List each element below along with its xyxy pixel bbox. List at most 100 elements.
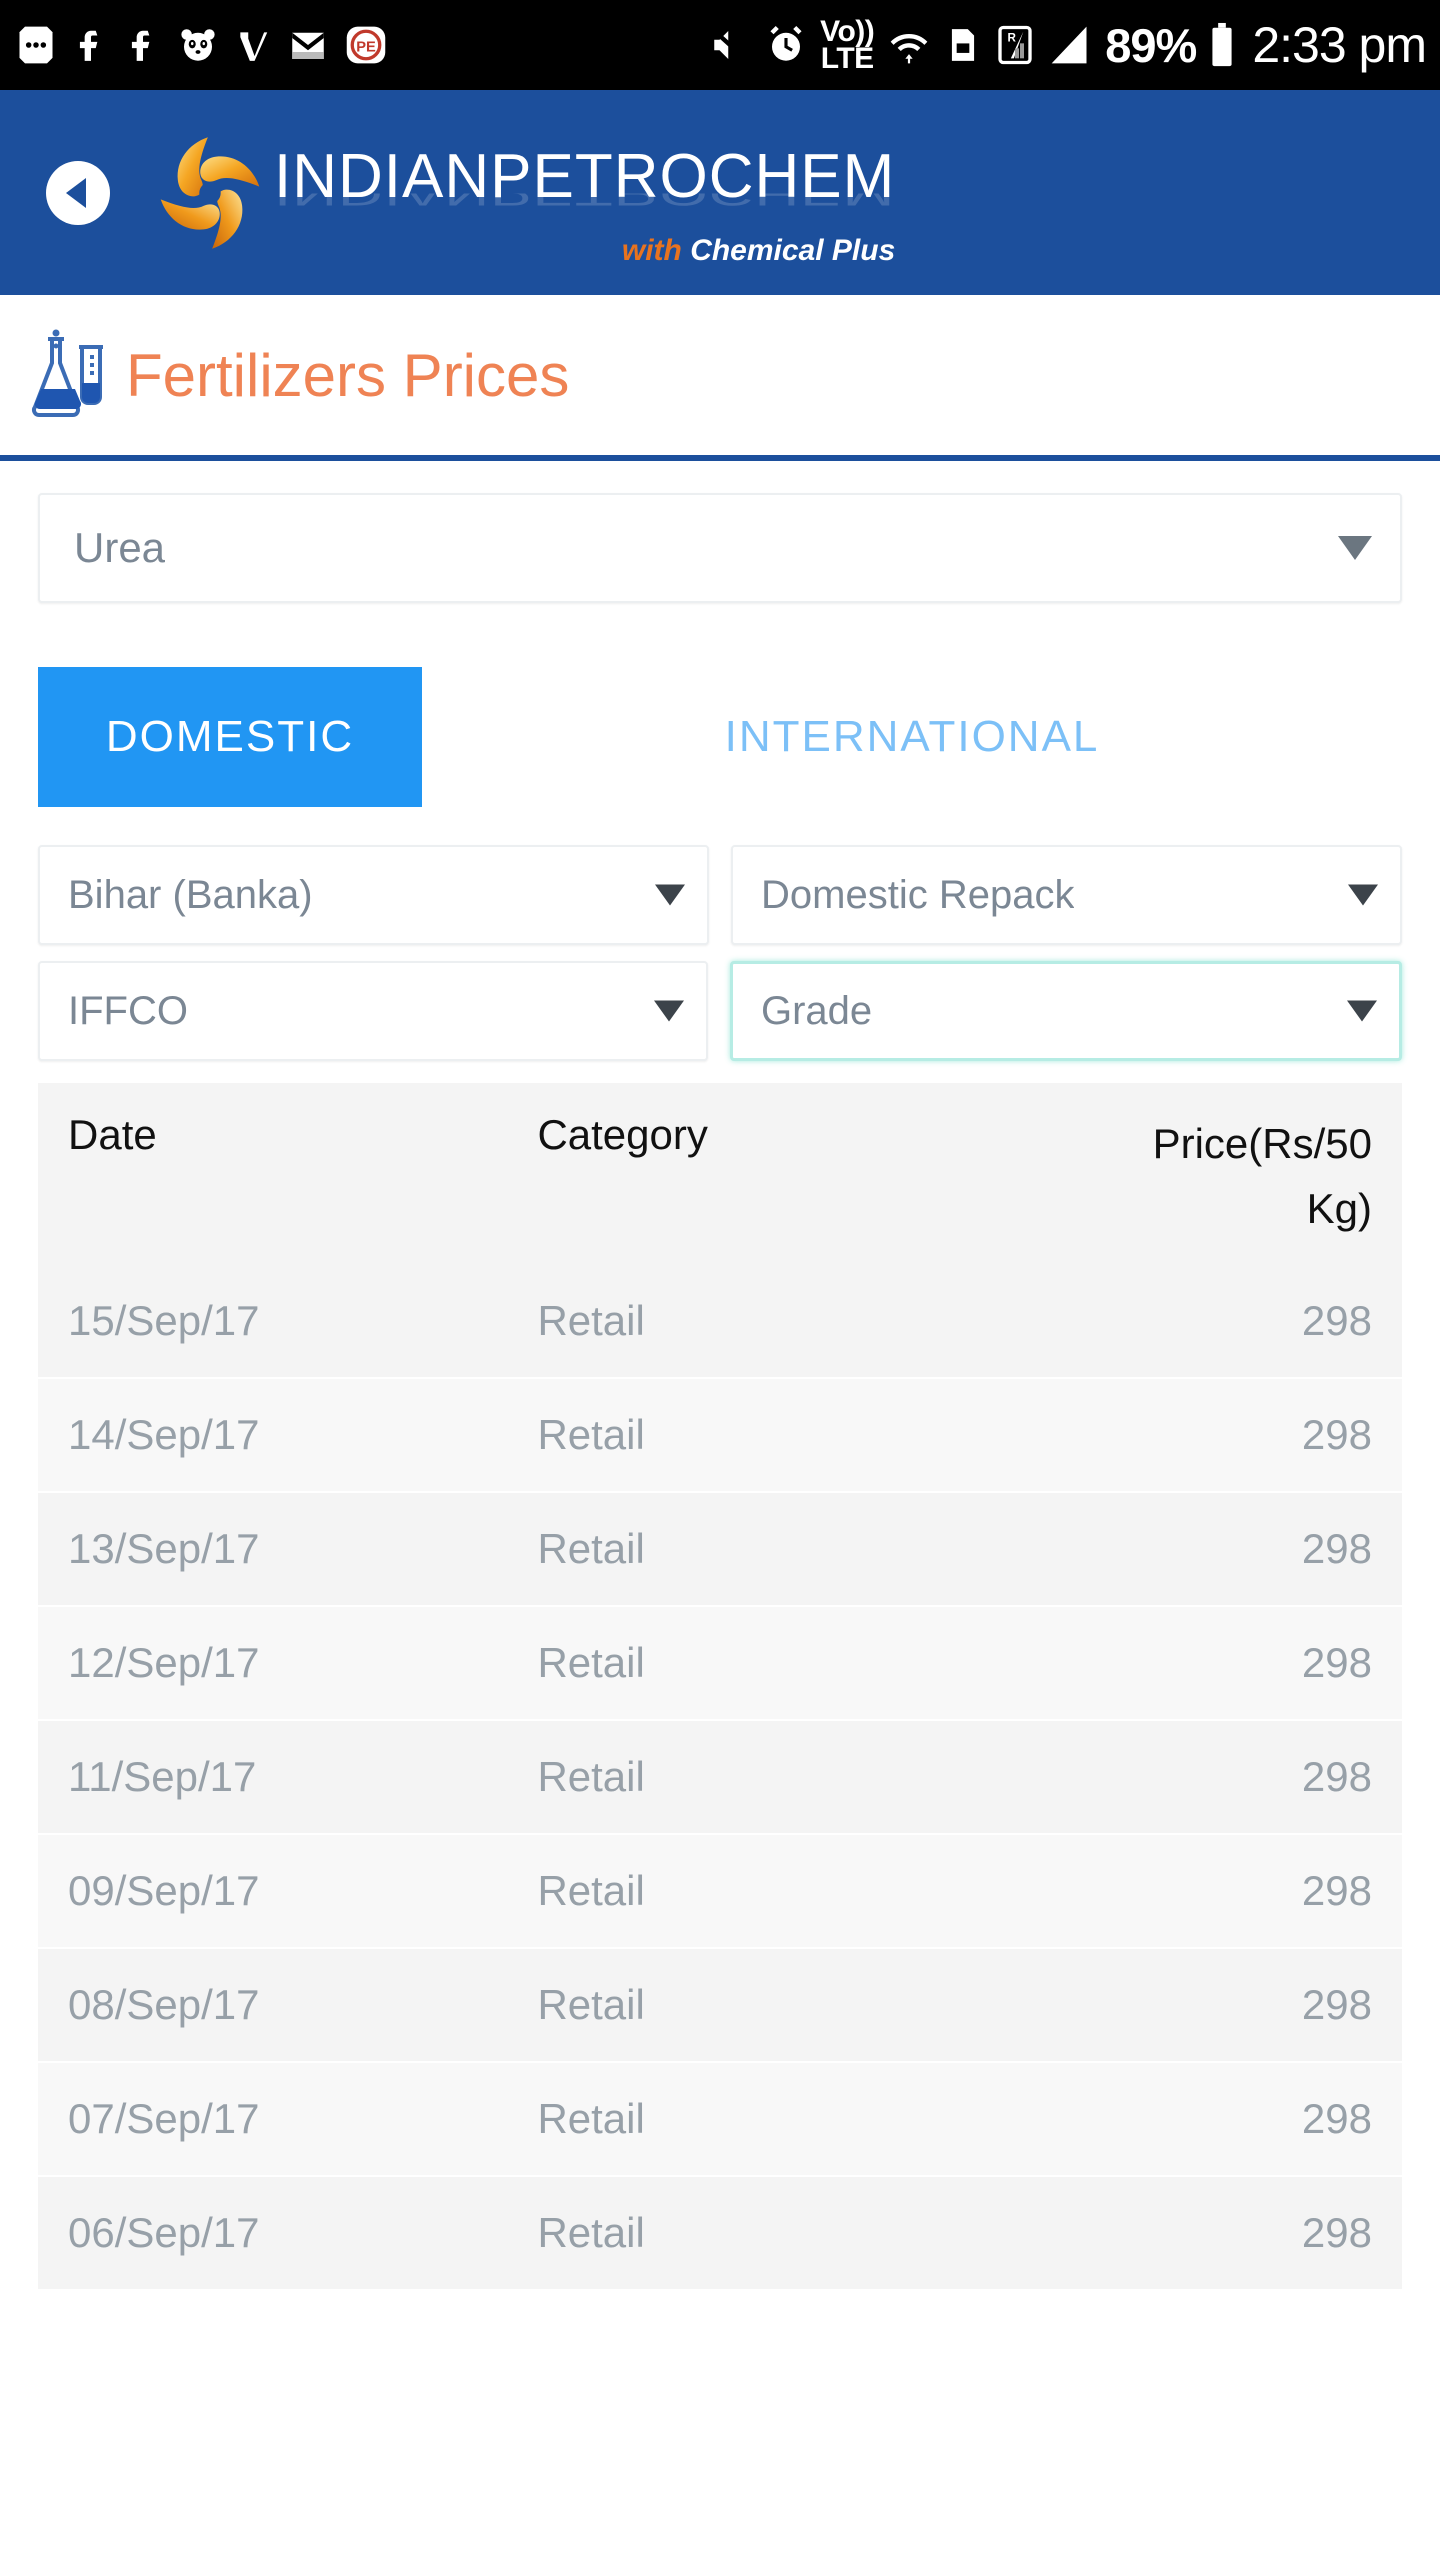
sd-card-icon xyxy=(944,23,982,67)
cell-category: Retail xyxy=(537,1411,645,1459)
volte-sub-label: LTE xyxy=(820,42,874,75)
table-row[interactable]: 12/Sep/17 Retail 298 xyxy=(38,1607,1402,1722)
cell-date: 11/Sep/17 xyxy=(68,1753,257,1801)
brand-name-reflection: INDIANPETROCHEM xyxy=(274,193,895,210)
clock-label: 2:33 pm xyxy=(1252,17,1427,73)
table-row[interactable]: 08/Sep/17 Retail 298 xyxy=(38,1949,1402,2064)
chevron-down-icon xyxy=(1347,1000,1377,1022)
column-header-price-line2: Kg) xyxy=(1306,1185,1372,1233)
cell-category: Retail xyxy=(537,1753,645,1801)
indianpetrochem-swirl-icon xyxy=(156,133,264,253)
chevron-down-icon xyxy=(1348,884,1378,906)
cell-price: 298 xyxy=(1301,1411,1372,1459)
cell-date: 12/Sep/17 xyxy=(68,1639,260,1687)
filter-group: Bihar (Banka) Domestic Repack IFFCO Grad… xyxy=(0,807,1440,1061)
cell-date: 13/Sep/17 xyxy=(68,1525,260,1573)
product-select-wrap: Urea xyxy=(0,461,1440,603)
cell-price: 298 xyxy=(1301,2209,1372,2257)
brand-text-wrap: INDIANPETROCHEM INDIANPETROCHEM with Che… xyxy=(274,145,895,267)
tab-domestic[interactable]: DOMESTIC xyxy=(38,667,422,807)
market-tabs: DOMESTIC INTERNATIONAL xyxy=(0,667,1440,807)
table-row[interactable]: 13/Sep/17 Retail 298 xyxy=(38,1493,1402,1608)
cell-date: 15/Sep/17 xyxy=(68,1297,260,1345)
column-header-category: Category xyxy=(537,1111,708,1158)
cell-price: 298 xyxy=(1301,1525,1372,1573)
lab-flask-icon xyxy=(26,327,108,423)
mute-icon xyxy=(708,24,752,66)
column-header-price: Price(Rs/50 Kg) xyxy=(968,1111,1372,1241)
table-row[interactable]: 14/Sep/17 Retail 298 xyxy=(38,1379,1402,1494)
table-row[interactable]: 11/Sep/17 Retail 298 xyxy=(38,1721,1402,1836)
cell-date: 06/Sep/17 xyxy=(68,2209,260,2257)
pe-app-icon: PE xyxy=(344,23,388,67)
cell-category: Retail xyxy=(537,1297,645,1345)
tab-international-label: INTERNATIONAL xyxy=(724,712,1100,761)
cell-price: 298 xyxy=(1301,2095,1372,2143)
cell-date: 14/Sep/17 xyxy=(68,1411,260,1459)
column-header-price-line1: Price(Rs/50 xyxy=(1152,1120,1372,1167)
chevron-down-icon xyxy=(654,1000,684,1022)
status-bar-notification-icons: PE xyxy=(14,23,388,67)
more-dots-icon xyxy=(14,23,58,67)
back-button[interactable] xyxy=(46,160,110,225)
table-row[interactable]: 09/Sep/17 Retail 298 xyxy=(38,1835,1402,1950)
table-row[interactable]: 07/Sep/17 Retail 298 xyxy=(38,2063,1402,2178)
cell-price: 298 xyxy=(1301,1297,1372,1345)
chevron-down-icon xyxy=(655,884,685,906)
cell-date: 07/Sep/17 xyxy=(68,2095,260,2143)
brand-tagline: with Chemical Plus xyxy=(622,234,895,268)
region-select[interactable]: Bihar (Banka) xyxy=(38,845,709,945)
volte-icon: Vo)) LTE xyxy=(820,17,875,75)
status-bar-system-icons: Vo)) LTE R 89% 2:33 pm xyxy=(708,16,1427,75)
packaging-select[interactable]: Domestic Repack xyxy=(731,845,1402,945)
grade-select[interactable]: Grade xyxy=(730,961,1402,1061)
chevron-down-icon xyxy=(1338,536,1372,560)
cell-date: 09/Sep/17 xyxy=(68,1867,260,1915)
filter-row-1: Bihar (Banka) Domestic Repack xyxy=(38,845,1402,945)
cell-price: 298 xyxy=(1301,1981,1372,2029)
roaming-signal-icon: R xyxy=(995,22,1035,68)
signal-bars-icon xyxy=(1048,23,1092,67)
facebook-icon xyxy=(72,24,110,66)
table-row[interactable]: 06/Sep/17 Retail 298 xyxy=(38,2177,1402,2292)
product-select-value: Urea xyxy=(74,524,166,571)
filter-row-2: IFFCO Grade xyxy=(38,961,1402,1061)
brand-logo-group: INDIANPETROCHEM INDIANPETROCHEM with Che… xyxy=(156,133,895,267)
cell-category: Retail xyxy=(537,2209,645,2257)
tagline-main: Chemical Plus xyxy=(690,233,896,267)
status-bar: PE Vo)) LTE R 89% 2:33 pm xyxy=(0,0,1440,90)
grade-select-value: Grade xyxy=(761,988,873,1033)
cell-date: 08/Sep/17 xyxy=(68,1981,260,2029)
checkmark-icon xyxy=(234,24,272,66)
cell-category: Retail xyxy=(537,1981,645,2029)
wifi-icon xyxy=(887,23,931,67)
region-select-value: Bihar (Banka) xyxy=(68,872,313,917)
table-row[interactable]: 15/Sep/17 Retail 298 xyxy=(38,1265,1402,1380)
brand-select[interactable]: IFFCO xyxy=(38,961,708,1061)
cell-category: Retail xyxy=(537,1639,645,1687)
page-title-bar: Fertilizers Prices xyxy=(0,295,1440,455)
table-body: 15/Sep/17 Retail 298 14/Sep/17 Retail 298 13/S… xyxy=(38,1265,1402,2292)
gmail-icon xyxy=(286,24,330,66)
tab-domestic-label: DOMESTIC xyxy=(105,712,355,761)
battery-icon xyxy=(1209,22,1235,68)
cell-category: Retail xyxy=(537,2095,645,2143)
cell-category: Retail xyxy=(537,1525,645,1573)
column-header-date: Date xyxy=(68,1111,157,1158)
brand-select-value: IFFCO xyxy=(68,988,188,1033)
cell-price: 298 xyxy=(1301,1639,1372,1687)
svg-text:R: R xyxy=(1008,32,1017,45)
back-arrow-icon xyxy=(65,177,86,208)
battery-percent-label: 89% xyxy=(1105,18,1197,72)
facebook-icon xyxy=(124,24,162,66)
table-header-row: Date Category Price(Rs/50 Kg) xyxy=(38,1083,1402,1266)
app-header: INDIANPETROCHEM INDIANPETROCHEM with Che… xyxy=(0,90,1440,295)
panda-icon xyxy=(176,24,220,66)
alarm-icon xyxy=(765,24,807,66)
product-select[interactable]: Urea xyxy=(38,493,1402,603)
tab-international[interactable]: INTERNATIONAL xyxy=(422,667,1402,807)
cell-price: 298 xyxy=(1301,1753,1372,1801)
tagline-prefix: with xyxy=(621,233,691,267)
prices-table: Date Category Price(Rs/50 Kg) 15/Sep/17 R… xyxy=(0,1083,1440,2292)
svg-text:PE: PE xyxy=(356,39,376,55)
